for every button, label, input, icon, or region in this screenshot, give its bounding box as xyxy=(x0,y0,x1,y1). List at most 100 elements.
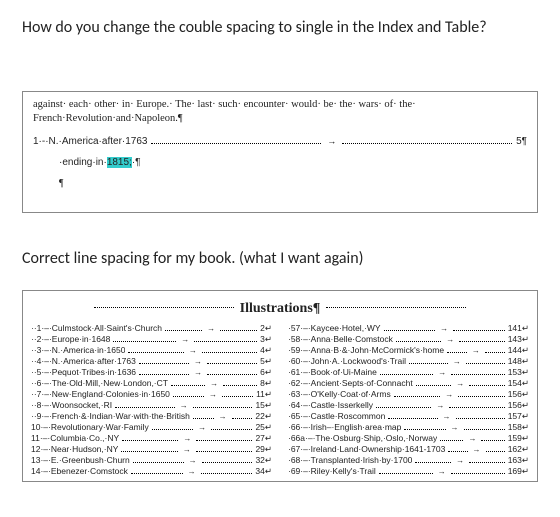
toc-entry-1-page: 5¶ xyxy=(516,135,527,148)
tab-arrow-icon: → xyxy=(441,412,453,422)
illustration-entry-page: 144↵ xyxy=(508,345,529,356)
leader-dots xyxy=(456,418,505,419)
tab-arrow-icon: → xyxy=(436,368,448,378)
tab-arrow-icon: → xyxy=(454,379,466,389)
tab-arrow-icon: → xyxy=(187,456,199,466)
illustration-entry-label: ·62·–·Ancient·Septs·of·Connacht xyxy=(288,378,413,389)
leader-dots xyxy=(458,396,505,397)
leader-dots xyxy=(131,473,183,474)
illustration-entry-label: ··6·–·The·Old·Mill,·New·London,·CT xyxy=(31,378,168,389)
tab-arrow-icon: → xyxy=(179,335,191,345)
illustration-entry: 14·–·Ebenezer·Comstock→34↵ xyxy=(31,466,272,477)
illustration-entry-page: 153↵ xyxy=(508,367,529,378)
leader-dots xyxy=(202,352,257,353)
illustration-entry-label: 12·–·Near·Hudson,·NY xyxy=(31,444,118,455)
illustration-entry-page: 29↵ xyxy=(255,444,272,455)
tab-arrow-icon: → xyxy=(436,467,448,477)
illustration-entry-label: ·60·–·John·A.·Lockwood's·Trail xyxy=(288,356,406,367)
illustration-entry-page: 159↵ xyxy=(508,433,529,444)
leader-dots xyxy=(447,352,467,353)
illustration-entry: ··3·–·N.·America·in·1650→4↵ xyxy=(31,345,272,356)
illustration-entry-label: ··3·–·N.·America·in·1650 xyxy=(31,345,125,356)
leader-dots xyxy=(139,363,189,364)
toc-entry-2-suffix: ·¶ xyxy=(132,157,141,168)
toc-leader-dots xyxy=(151,143,321,144)
illustration-entry-label: ··1·–·Culmstock·All·Saint's·Church xyxy=(31,323,162,334)
leader-dots xyxy=(388,418,437,419)
illustration-entry-page: 8↵ xyxy=(260,378,272,389)
illustration-entry-label: ·59·–·Anna·B·&·John·McCormick's·home xyxy=(288,345,444,356)
leader-dots xyxy=(193,407,253,408)
leader-dots xyxy=(207,363,257,364)
illustration-entry: ·58·–·Anna·Belle·Comstock→143↵ xyxy=(288,334,529,345)
illustration-entry-label: ·65·–·Castle·Roscommon xyxy=(288,411,385,422)
leader-dots xyxy=(481,440,504,441)
tab-arrow-icon: → xyxy=(205,324,217,334)
tab-arrow-icon: → xyxy=(438,324,450,334)
illustration-entry: ·62·–·Ancient·Septs·of·Connacht → 154↵ xyxy=(288,378,529,389)
leader-dots xyxy=(394,396,441,397)
illustration-entry-label: ·63·–·O'Kelly·Coat·of·Arms xyxy=(288,389,391,400)
illustrations-col-left: ··1·–·Culmstock·All·Saint's·Church→2↵··2… xyxy=(31,323,272,477)
illustration-entry-page: 154↵ xyxy=(508,378,529,389)
title-leader-left xyxy=(94,307,234,308)
leader-dots xyxy=(196,451,253,452)
leader-dots xyxy=(459,341,504,342)
illustration-entry-page: 162↵ xyxy=(508,444,529,455)
illustration-entry-page: 25↵ xyxy=(255,422,272,433)
leader-dots xyxy=(464,429,505,430)
leader-dots xyxy=(194,341,257,342)
tab-arrow-icon: → xyxy=(178,401,190,411)
illustration-entry-page: 143↵ xyxy=(508,334,529,345)
leader-dots xyxy=(133,462,184,463)
tab-arrow-icon: → xyxy=(466,434,478,444)
illustration-entry-label: 13·–·E.·Greenbush·Churn xyxy=(31,455,130,466)
illustration-entry: 11·–·Columbia·Co.,·NY→27↵ xyxy=(31,433,272,444)
leader-dots xyxy=(202,462,253,463)
leader-dots xyxy=(449,407,504,408)
illustration-entry: ··9·–·French·&·Indian·War·with·the·Briti… xyxy=(31,411,272,422)
illustration-entry-label: ·61·–·Book·of·Ui-Maine xyxy=(288,367,377,378)
tab-arrow-icon: → xyxy=(208,379,220,389)
leader-dots xyxy=(379,473,433,474)
illustration-entry: ··6·–·The·Old·Mill,·New·London,·CT → 8↵ xyxy=(31,378,272,389)
leader-dots xyxy=(485,352,505,353)
leader-dots xyxy=(486,451,505,452)
illustration-entry-label: ·57·–·Kaycee·Hotel,·WY xyxy=(288,323,381,334)
illustration-entry-page: 163↵ xyxy=(508,455,529,466)
leader-dots xyxy=(451,374,504,375)
leader-dots xyxy=(448,451,467,452)
leader-dots xyxy=(193,418,214,419)
illustration-entry-label: 14·–·Ebenezer·Comstock xyxy=(31,466,128,477)
illustration-entry-page: 3↵ xyxy=(260,334,272,345)
toc-entry-1-label: 1·-·N.·America·after·1763 xyxy=(33,135,147,148)
leader-dots xyxy=(207,374,257,375)
toc-entry-1: 1·-·N.·America·after·1763 → 5¶ xyxy=(33,135,527,148)
leader-dots xyxy=(416,385,451,386)
toc-entry-2-prefix: ·ending·in· xyxy=(59,157,107,168)
illustration-entry-label: ·69·–·Riley·Kelly's·Trail xyxy=(288,466,376,477)
illustrations-title-text: Illustrations¶ xyxy=(240,301,321,316)
illustration-entry-page: 32↵ xyxy=(255,455,272,466)
question-heading: How do you change the couble spacing to … xyxy=(22,18,538,37)
tab-arrow-icon: → xyxy=(196,423,208,433)
illustration-entry: 10·–·Revolutionary·War·Family→25↵ xyxy=(31,422,272,433)
illustration-entry: ·66·–·Irish–·English·area·map→158↵ xyxy=(288,422,529,433)
illustration-entry-label: ·66·–·Irish–·English·area·map xyxy=(288,422,401,433)
lone-paragraph-mark: ¶ xyxy=(33,177,527,190)
illustration-entry-label: ··5·–·Pequot·Tribes·in·1636 xyxy=(31,367,136,378)
leader-dots xyxy=(232,418,253,419)
illustration-entry-page: 148↵ xyxy=(508,356,529,367)
toc-entry-2-label: ·ending·in·1815;·¶ xyxy=(59,156,141,169)
illustration-entry-page: 27↵ xyxy=(255,433,272,444)
toc-entry-2-highlight: 1815; xyxy=(107,157,132,168)
illustration-entry-page: 157↵ xyxy=(508,411,529,422)
illustration-entry-label: ·64·–·Castle·Isserkelly xyxy=(288,400,373,411)
leader-dots xyxy=(380,374,433,375)
illustration-entry-label: 11·–·Columbia·Co.,·NY xyxy=(31,433,119,444)
tab-arrow-icon: → xyxy=(443,390,455,400)
illustration-entry-page: 158↵ xyxy=(508,422,529,433)
illustration-entry: 13·–·E.·Greenbush·Churn → 32↵ xyxy=(31,455,272,466)
illustration-entry: ·64·–·Castle·Isserkelly→156↵ xyxy=(288,400,529,411)
illustration-entry-page: 156↵ xyxy=(508,389,529,400)
